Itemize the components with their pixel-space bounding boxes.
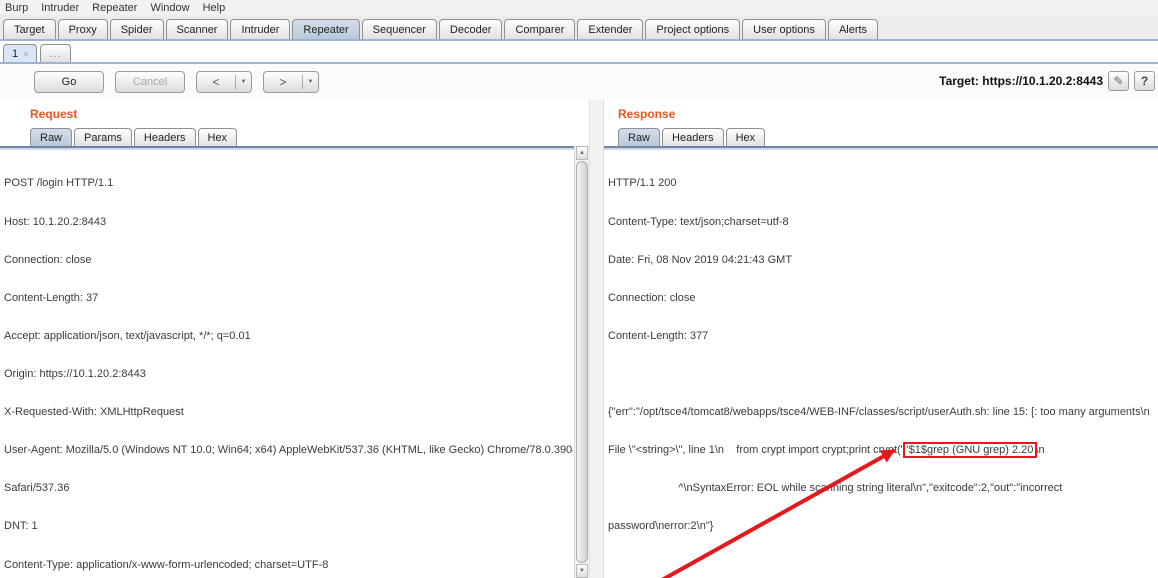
tab-user-options[interactable]: User options: [742, 19, 826, 39]
request-title: Request: [30, 107, 78, 121]
tab-project-options[interactable]: Project options: [645, 19, 741, 39]
menu-item-window[interactable]: Window: [150, 2, 189, 14]
response-annotation-box: '$1$grep (GNU grep) 2.20: [902, 442, 1038, 459]
response-body-line: {"err":"/opt/tsce4/tomcat8/webapps/tsce4…: [608, 406, 1150, 419]
response-body-line: ^\nSyntaxError: EOL while scanning strin…: [608, 482, 1063, 495]
prev-label: <: [212, 75, 220, 89]
menu-item-intruder[interactable]: Intruder: [41, 2, 79, 14]
request-tab-raw[interactable]: Raw: [30, 128, 73, 146]
tab-decoder[interactable]: Decoder: [438, 19, 503, 39]
response-line: HTTP/1.1 200: [608, 177, 677, 190]
menu-item-repeater[interactable]: Repeater: [92, 2, 137, 14]
request-tab-headers[interactable]: Headers: [133, 128, 196, 146]
request-scrollbar[interactable]: ▲ ▼: [574, 146, 589, 578]
request-line: Content-Length: 37: [4, 291, 99, 304]
menu-bar: Burp Intruder Repeater Window Help: [0, 0, 1158, 15]
response-editor[interactable]: HTTP/1.1 200 Content-Type: text/json;cha…: [604, 148, 1158, 578]
menu-item-burp[interactable]: Burp: [5, 2, 28, 14]
request-line: User-Agent: Mozilla/5.0 (Windows NT 10.0…: [4, 444, 573, 457]
tab-intruder[interactable]: Intruder: [230, 19, 291, 39]
response-tab-hex[interactable]: Hex: [725, 128, 766, 146]
tab-proxy[interactable]: Proxy: [57, 19, 108, 39]
tab-alerts[interactable]: Alerts: [827, 19, 879, 39]
close-icon[interactable]: ×: [23, 49, 28, 59]
next-label: >: [279, 75, 287, 89]
tab-target[interactable]: Target: [3, 19, 56, 39]
response-line: Connection: close: [608, 291, 696, 304]
tab-sequencer[interactable]: Sequencer: [361, 19, 437, 39]
response-title: Response: [618, 107, 676, 121]
go-button[interactable]: Go: [34, 71, 104, 93]
request-line: Origin: https://10.1.20.2:8443: [4, 367, 146, 380]
response-line: Content-Length: 377: [608, 329, 709, 342]
request-editor[interactable]: POST /login HTTP/1.1 Host: 10.1.20.2:844…: [0, 148, 573, 578]
cancel-button[interactable]: Cancel: [115, 71, 185, 93]
repeater-tab-bar: 1 ×...: [0, 41, 1158, 64]
request-line: Content-Type: application/x-www-form-url…: [4, 558, 329, 571]
request-editor-tabs: Raw Params Headers Hex: [0, 125, 589, 148]
request-line: DNT: 1: [4, 520, 38, 533]
response-pane: Response Raw Headers Hex HTTP/1.1 200 Cont…: [604, 100, 1158, 578]
menu-item-help[interactable]: Help: [203, 2, 226, 14]
scroll-up-icon[interactable]: ▲: [576, 146, 588, 160]
request-line: POST /login HTTP/1.1: [4, 177, 114, 190]
request-tab-params[interactable]: Params: [74, 128, 132, 146]
edit-target-button[interactable]: ✎: [1108, 71, 1129, 91]
response-blank-line: [608, 368, 1158, 381]
pane-divider[interactable]: [589, 100, 604, 578]
chevron-down-icon[interactable]: ▼: [236, 79, 251, 85]
response-body-line: File \"<string>\", line 1\n from crypt i…: [608, 442, 1045, 459]
request-pane: Request Raw Params Headers Hex POST /login …: [0, 100, 589, 578]
tab-scanner[interactable]: Scanner: [165, 19, 229, 39]
request-line: Connection: close: [4, 253, 92, 266]
tab-spider[interactable]: Spider: [109, 19, 164, 39]
response-tab-raw[interactable]: Raw: [618, 128, 661, 146]
request-tab-hex[interactable]: Hex: [197, 128, 238, 146]
response-line: Date: Fri, 08 Nov 2019 04:21:43 GMT: [608, 253, 793, 266]
scrollbar-thumb[interactable]: [576, 161, 588, 563]
tab-extender[interactable]: Extender: [577, 19, 644, 39]
repeater-tab-1[interactable]: 1 ×: [3, 44, 38, 62]
response-line: Content-Type: text/json;charset=utf-8: [608, 215, 789, 228]
help-button[interactable]: ?: [1134, 71, 1155, 91]
repeater-toolbar: Go Cancel < ▼ > ▼ Target: https://10.1.20.…: [0, 64, 1158, 100]
tab-repeater[interactable]: Repeater: [292, 19, 360, 39]
main-tab-bar: Target Proxy Spider Scanner Intruder Repeater…: [0, 15, 1158, 41]
help-icon: ?: [1140, 74, 1149, 88]
request-line: X-Requested-With: XMLHttpRequest: [4, 406, 184, 419]
chevron-down-icon[interactable]: ▼: [303, 79, 318, 85]
pencil-icon: ✎: [1113, 74, 1124, 88]
scroll-down-icon[interactable]: ▼: [576, 564, 588, 578]
response-editor-tabs: Raw Headers Hex: [604, 125, 1158, 148]
prev-request-button[interactable]: < ▼: [196, 71, 252, 93]
tab-comparer[interactable]: Comparer: [504, 19, 576, 39]
repeater-tab-1-label: 1: [12, 48, 19, 60]
target-url-label: Target: https://10.1.20.2:8443: [939, 74, 1103, 88]
request-line: Safari/537.36: [4, 482, 70, 495]
request-line: Accept: application/json, text/javascrip…: [4, 329, 251, 342]
repeater-tab-more[interactable]: ...: [40, 44, 71, 62]
request-line: Host: 10.1.20.2:8443: [4, 215, 107, 228]
next-request-button[interactable]: > ▼: [263, 71, 319, 93]
response-tab-headers[interactable]: Headers: [662, 128, 724, 146]
response-body-line: password\nerror:2\n"}: [608, 520, 714, 533]
